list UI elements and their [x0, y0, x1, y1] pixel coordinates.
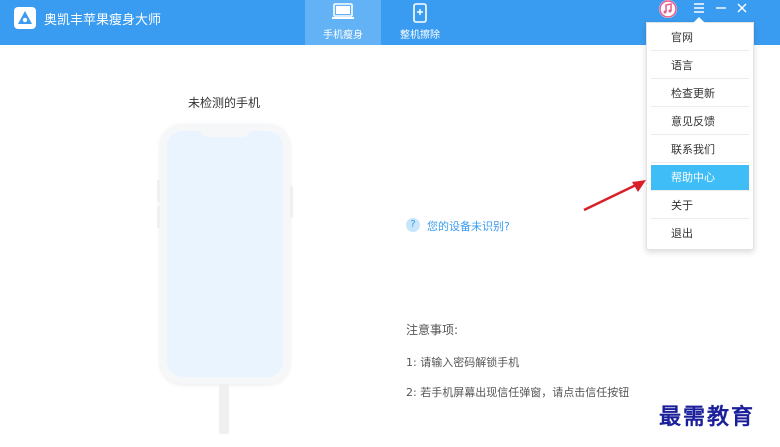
main-menu-dropdown: 官网 语言 检查更新 意见反馈 联系我们 帮助中心 关于 退出 [646, 17, 754, 250]
menu-item-feedback[interactable]: 意见反馈 [651, 109, 749, 135]
tab-label: 手机瘦身 [323, 30, 363, 41]
phone-side-button [157, 180, 160, 202]
note-item: 2: 若手机屏幕出现信任弹窗，请点击信任按钮 [406, 386, 630, 399]
note-item: 1: 请输入密码解锁手机 [406, 356, 520, 369]
phone-erase-icon [408, 3, 432, 26]
menu-item-about[interactable]: 关于 [651, 193, 749, 219]
question-icon[interactable]: ? [406, 218, 420, 232]
itunes-icon[interactable] [659, 0, 677, 18]
close-icon[interactable] [734, 0, 750, 16]
watermark: 最需教育 [659, 404, 756, 430]
notes-title: 注意事项: [406, 323, 459, 337]
annotation-arrow-icon [583, 180, 646, 212]
menu-icon[interactable] [691, 0, 707, 16]
lightning-cable [219, 384, 229, 434]
menu-item-check-update[interactable]: 检查更新 [651, 81, 749, 107]
app-logo-icon [14, 7, 36, 29]
minimize-icon[interactable] [713, 0, 729, 16]
phone-screen [167, 131, 283, 377]
menu-item-help-center[interactable]: 帮助中心 [651, 165, 749, 191]
device-not-recognized-link[interactable]: 您的设备未识别? [427, 218, 510, 234]
tab-full-erase[interactable]: 整机擦除 [382, 0, 458, 45]
menu-item-exit[interactable]: 退出 [651, 221, 749, 247]
phone-side-button [290, 186, 293, 218]
phone-notch [200, 127, 250, 137]
tab-label: 整机擦除 [400, 30, 440, 41]
app-title: 奥凯丰苹果瘦身大师 [44, 13, 162, 28]
dropdown-caret [693, 17, 705, 23]
tab-phone-slim[interactable]: 手机瘦身 [305, 0, 381, 45]
phone-illustration [160, 124, 290, 384]
phone-side-button [157, 206, 160, 228]
menu-item-website[interactable]: 官网 [651, 25, 749, 51]
menu-item-contact[interactable]: 联系我们 [651, 137, 749, 163]
menu-item-language[interactable]: 语言 [651, 53, 749, 79]
laptop-icon [331, 3, 355, 24]
phone-status-label: 未检测的手机 [188, 96, 261, 110]
